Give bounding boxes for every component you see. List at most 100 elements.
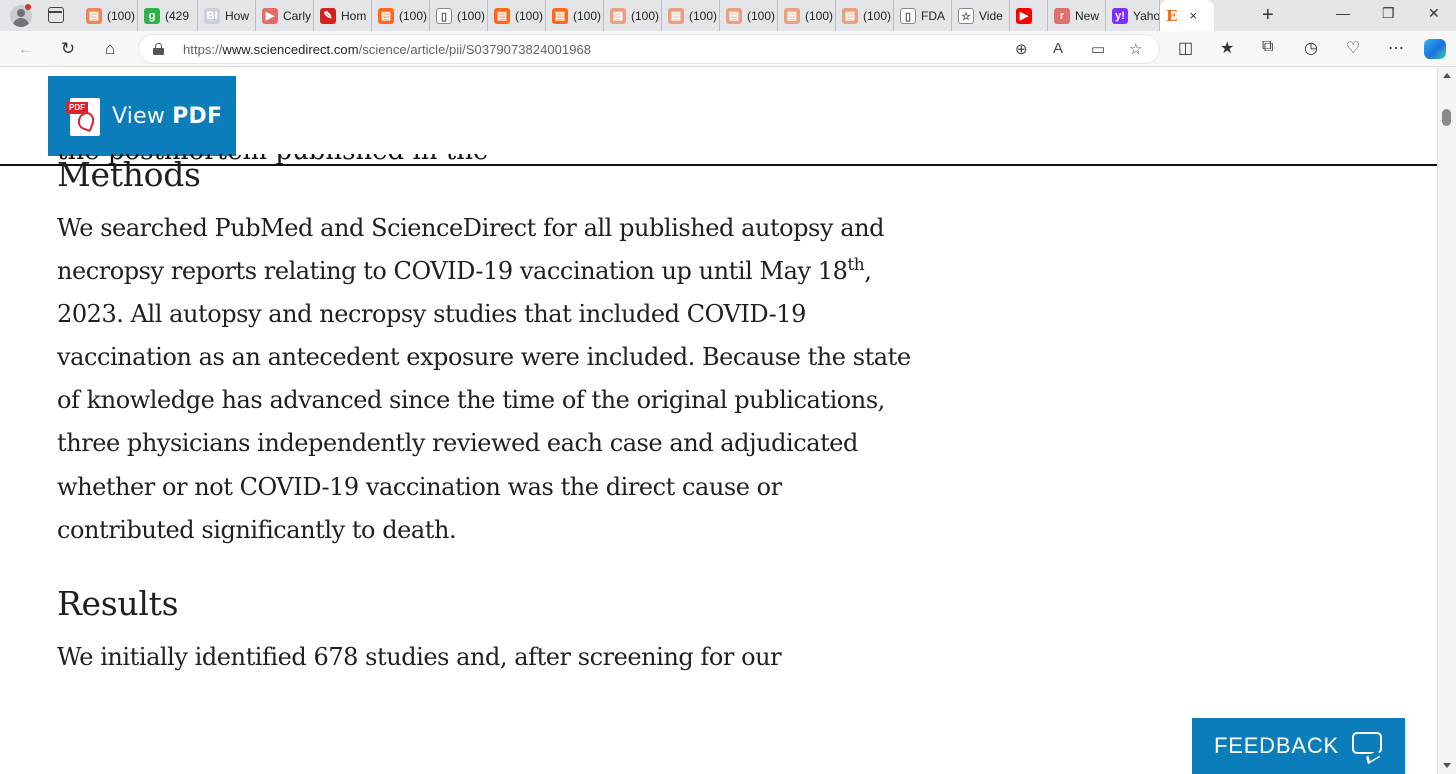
substack-icon: ▤ <box>552 7 568 24</box>
browser-tab[interactable]: y! Yaho <box>1106 0 1160 31</box>
yahoo-icon: y! <box>1112 7 1128 24</box>
browser-tab-title: Vide <box>979 8 1003 23</box>
scroll-thumb[interactable] <box>1442 109 1451 126</box>
news-icon: r <box>1054 7 1070 24</box>
view-pdf-label: View PDF <box>112 103 223 129</box>
browser-toolbar: ← ↻ ⌂ https://www.sciencedirect.com/scie… <box>0 31 1456 67</box>
substack-icon: ▤ <box>784 7 800 24</box>
browser-tab-title: FDA <box>921 8 945 23</box>
reload-button[interactable]: ↻ <box>57 38 79 60</box>
scroll-up-icon[interactable] <box>1443 73 1451 78</box>
browser-tab[interactable]: ☆ Vide <box>952 0 1010 31</box>
browser-tab-title: Yaho <box>1133 8 1160 23</box>
page-scrollbar[interactable] <box>1437 67 1456 774</box>
browser-tab-title: How <box>225 8 250 23</box>
copilot-icon[interactable] <box>1424 39 1446 59</box>
browser-tab-title: (100) <box>399 8 428 23</box>
favorites-icon[interactable]: ★ <box>1220 38 1234 58</box>
youtube-icon: ▶ <box>262 7 278 24</box>
substack-icon: ▤ <box>378 7 394 24</box>
substack-icon: ▤ <box>494 7 510 24</box>
active-tab-favicon: E <box>1166 6 1178 25</box>
browser-tab[interactable]: ▤ (100) <box>372 0 430 31</box>
chat-bubble-icon <box>1352 732 1382 754</box>
split-screen-icon[interactable]: ◫ <box>1178 38 1193 58</box>
browser-tab[interactable]: g (429 <box>138 0 198 31</box>
view-pdf-button[interactable]: PDF View PDF <box>48 76 236 156</box>
substack-icon: ▤ <box>726 7 742 24</box>
lock-icon[interactable] <box>153 43 164 55</box>
star-icon: ☆ <box>958 7 974 24</box>
tab-list: ▤ (100) g (429 BI How ▶ Carly ✎ Hom ▤ (100) ▯ (100) ▤ (… <box>80 0 1214 31</box>
minimize-button[interactable]: — <box>1336 5 1350 21</box>
youtube-icon: ▶ <box>1016 7 1032 24</box>
browser-tab[interactable]: ▤ (100) <box>662 0 720 31</box>
substack-icon: ▤ <box>842 7 858 24</box>
browser-tab[interactable]: ▤ (100) <box>720 0 778 31</box>
browser-tab-title: (100) <box>457 8 486 23</box>
browser-tab[interactable]: r New <box>1048 0 1106 31</box>
browser-tab[interactable]: ▶ <box>1010 0 1048 31</box>
browser-tab-title: (100) <box>515 8 544 23</box>
methods-paragraph: We searched PubMed and ScienceDirect for… <box>57 214 911 544</box>
pin-icon: ✎ <box>320 7 336 24</box>
browser-tab[interactable]: ✎ Hom <box>314 0 372 31</box>
tab-actions-icon[interactable] <box>48 7 64 23</box>
g-icon: g <box>144 7 160 24</box>
browser-tab-title: (100) <box>747 8 776 23</box>
browser-tab[interactable]: ▶ Carly <box>256 0 314 31</box>
browser-tab-title: Carly <box>283 8 312 23</box>
browser-tab-title: (429 <box>165 8 190 23</box>
close-window-button[interactable]: ✕ <box>1428 5 1440 22</box>
immersive-reader-icon[interactable]: ▭ <box>1091 40 1105 58</box>
favorite-star-icon[interactable]: ☆ <box>1129 40 1142 58</box>
url-text[interactable]: https://www.sciencedirect.com/science/ar… <box>183 42 591 57</box>
home-button[interactable]: ⌂ <box>99 38 121 60</box>
browser-tab[interactable]: ▤ (100) <box>778 0 836 31</box>
feedback-button[interactable]: FEEDBACK <box>1192 718 1405 774</box>
browser-tab[interactable]: ▤ (100) <box>546 0 604 31</box>
more-menu-icon[interactable]: ⋯ <box>1388 38 1404 58</box>
browser-tab[interactable]: ▯ FDA <box>894 0 952 31</box>
browser-tab[interactable]: ▤ (100) <box>488 0 546 31</box>
browser-tab-title: Hom <box>341 8 367 23</box>
browser-tab[interactable]: BI How <box>198 0 256 31</box>
browser-tab-title: (100) <box>107 8 136 23</box>
substack-icon: ▤ <box>86 7 102 24</box>
browser-tab-title: (100) <box>805 8 834 23</box>
address-bar[interactable]: https://www.sciencedirect.com/science/ar… <box>138 34 1160 64</box>
restore-button[interactable]: ❐ <box>1382 5 1395 22</box>
feedback-label: FEEDBACK <box>1214 733 1339 758</box>
page-viewport: PDF View PDF the postmortem published in… <box>0 67 1437 774</box>
browser-tab[interactable]: ▯ (100) <box>430 0 488 31</box>
scroll-down-icon[interactable] <box>1443 763 1451 768</box>
browser-tab-title: (100) <box>573 8 602 23</box>
bi-icon: BI <box>204 7 220 24</box>
page-icon: ▯ <box>436 7 452 24</box>
close-tab-icon[interactable]: × <box>1189 8 1197 23</box>
substack-icon: ▤ <box>668 7 684 24</box>
browser-tab[interactable]: ▤ (100) <box>80 0 138 31</box>
abstract-body: Methods We searched PubMed and ScienceDi… <box>57 147 917 679</box>
back-button[interactable]: ← <box>15 38 37 60</box>
browser-tab-title: (100) <box>863 8 892 23</box>
new-tab-button[interactable]: + <box>1262 4 1274 26</box>
browser-tab-active[interactable]: E × <box>1160 0 1214 31</box>
browser-essentials-icon[interactable]: ♡ <box>1346 38 1360 58</box>
pdf-icon: PDF <box>66 96 102 136</box>
browser-tab-title: (100) <box>631 8 660 23</box>
results-paragraph: We initially identified 678 studies and,… <box>57 642 782 671</box>
profile-notification-icon <box>25 4 31 10</box>
read-aloud-icon[interactable]: A <box>1053 40 1063 57</box>
browser-tab[interactable]: ▤ (100) <box>836 0 894 31</box>
results-heading: Results <box>57 583 179 623</box>
methods-heading: Methods <box>57 155 201 194</box>
browser-tab[interactable]: ▤ (100) <box>604 0 662 31</box>
zoom-icon[interactable]: ⊕ <box>1015 40 1028 58</box>
history-icon[interactable]: ◷ <box>1304 38 1318 58</box>
collections-icon[interactable]: ⧉ <box>1262 38 1273 56</box>
tab-strip: ▤ (100) g (429 BI How ▶ Carly ✎ Hom ▤ (100) ▯ (100) ▤ (… <box>0 0 1456 31</box>
browser-tab-title: (100) <box>689 8 718 23</box>
browser-tab-title: New <box>1075 8 1100 23</box>
page-icon: ▯ <box>900 7 916 24</box>
